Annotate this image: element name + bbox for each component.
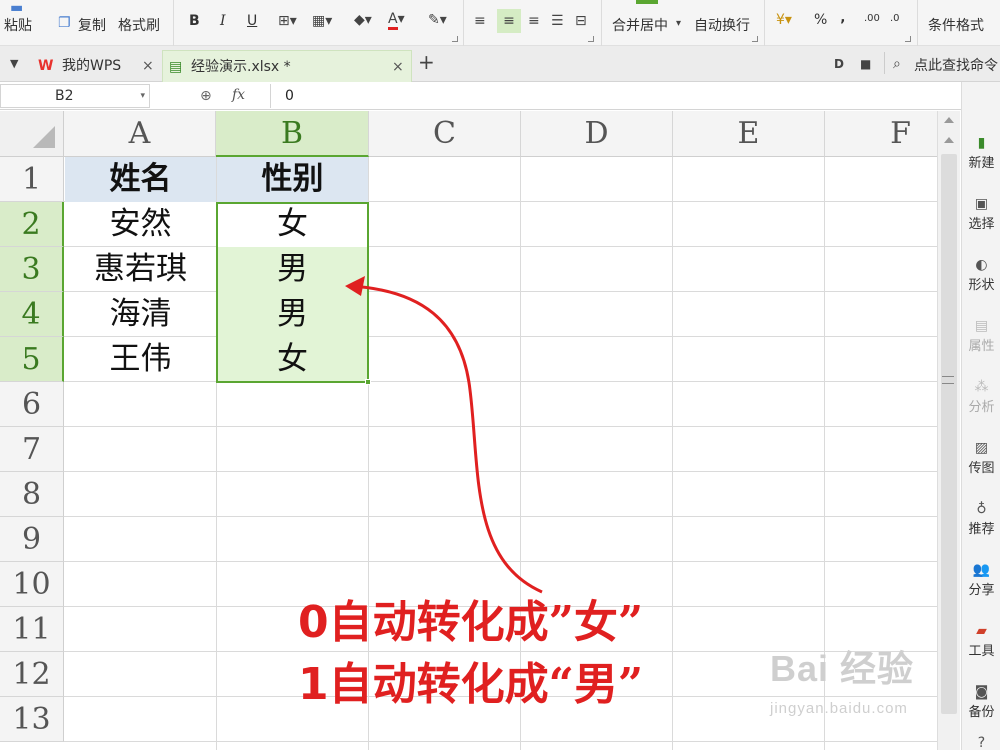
side-item-label: 新建 bbox=[968, 156, 995, 171]
shape-icon: ◐ bbox=[975, 257, 988, 273]
image-icon: ▨ bbox=[974, 440, 989, 456]
side-item-label: 属性 bbox=[968, 339, 995, 354]
annotation-digit: 0 bbox=[298, 597, 329, 648]
annotation-line-1: 0自动转化成”女” bbox=[298, 598, 643, 648]
recommend-icon: ♁ bbox=[976, 501, 987, 517]
side-item-backup[interactable]: ◙ 备份 bbox=[962, 683, 1000, 720]
scroll-up-icon[interactable] bbox=[944, 137, 954, 143]
analysis-icon: ⁂ bbox=[974, 379, 989, 395]
select-icon: ▣ bbox=[974, 196, 989, 212]
vertical-scrollbar[interactable] bbox=[937, 111, 960, 750]
side-item-label: 备份 bbox=[968, 705, 995, 720]
side-item-new[interactable]: ▮ 新建 bbox=[962, 134, 1000, 171]
side-item-label: 形状 bbox=[968, 278, 995, 293]
panel-grip-icon[interactable] bbox=[942, 376, 954, 384]
side-item-upload-image[interactable]: ▨ 传图 bbox=[962, 439, 1000, 476]
annotation-text: 自动转化成”女” bbox=[328, 597, 644, 648]
side-item-label: 推荐 bbox=[968, 522, 995, 537]
side-item-help[interactable]: ? bbox=[962, 734, 1000, 750]
annotation-text: 自动转化成“男” bbox=[328, 659, 644, 710]
side-item-share[interactable]: 👥 分享 bbox=[962, 561, 1000, 598]
side-item-analysis[interactable]: ⁂ 分析 bbox=[962, 378, 1000, 415]
side-item-tools[interactable]: ▰ 工具 bbox=[962, 622, 1000, 659]
side-item-label: 选择 bbox=[968, 217, 995, 232]
baidu-jingyan-watermark: Bai 经验 jingyan.baidu.com bbox=[770, 640, 940, 720]
side-item-recommend[interactable]: ♁ 推荐 bbox=[962, 500, 1000, 537]
properties-icon: ▤ bbox=[974, 318, 989, 334]
scrollbar-thumb[interactable] bbox=[941, 154, 957, 714]
side-item-label: 分析 bbox=[968, 400, 995, 415]
side-item-shape[interactable]: ◐ 形状 bbox=[962, 256, 1000, 293]
side-item-label: 工具 bbox=[968, 644, 995, 659]
annotation-line-2: 1自动转化成“男” bbox=[298, 660, 643, 710]
side-item-select[interactable]: ▣ 选择 bbox=[962, 195, 1000, 232]
side-item-properties[interactable]: ▤ 属性 bbox=[962, 317, 1000, 354]
side-item-label: 传图 bbox=[968, 461, 995, 476]
side-item-label: 分享 bbox=[968, 583, 995, 598]
share-users-icon: 👥 bbox=[972, 562, 991, 578]
help-icon: ? bbox=[977, 735, 986, 750]
annotation-digit: 1 bbox=[298, 659, 329, 710]
backup-camera-icon: ◙ bbox=[974, 684, 989, 700]
watermark-logo: Bai 经验 bbox=[770, 648, 915, 689]
new-doc-icon: ▮ bbox=[977, 135, 986, 151]
watermark-url: jingyan.baidu.com bbox=[770, 700, 908, 717]
scroll-up-icon[interactable] bbox=[944, 117, 954, 123]
toolbox-icon: ▰ bbox=[976, 623, 987, 639]
side-task-panel: ▮ 新建 ▣ 选择 ◐ 形状 ▤ 属性 ⁂ 分析 ▨ 传图 ♁ 推荐 👥 分享 ▰ 工具 ◙ 备份 … bbox=[961, 82, 1000, 750]
